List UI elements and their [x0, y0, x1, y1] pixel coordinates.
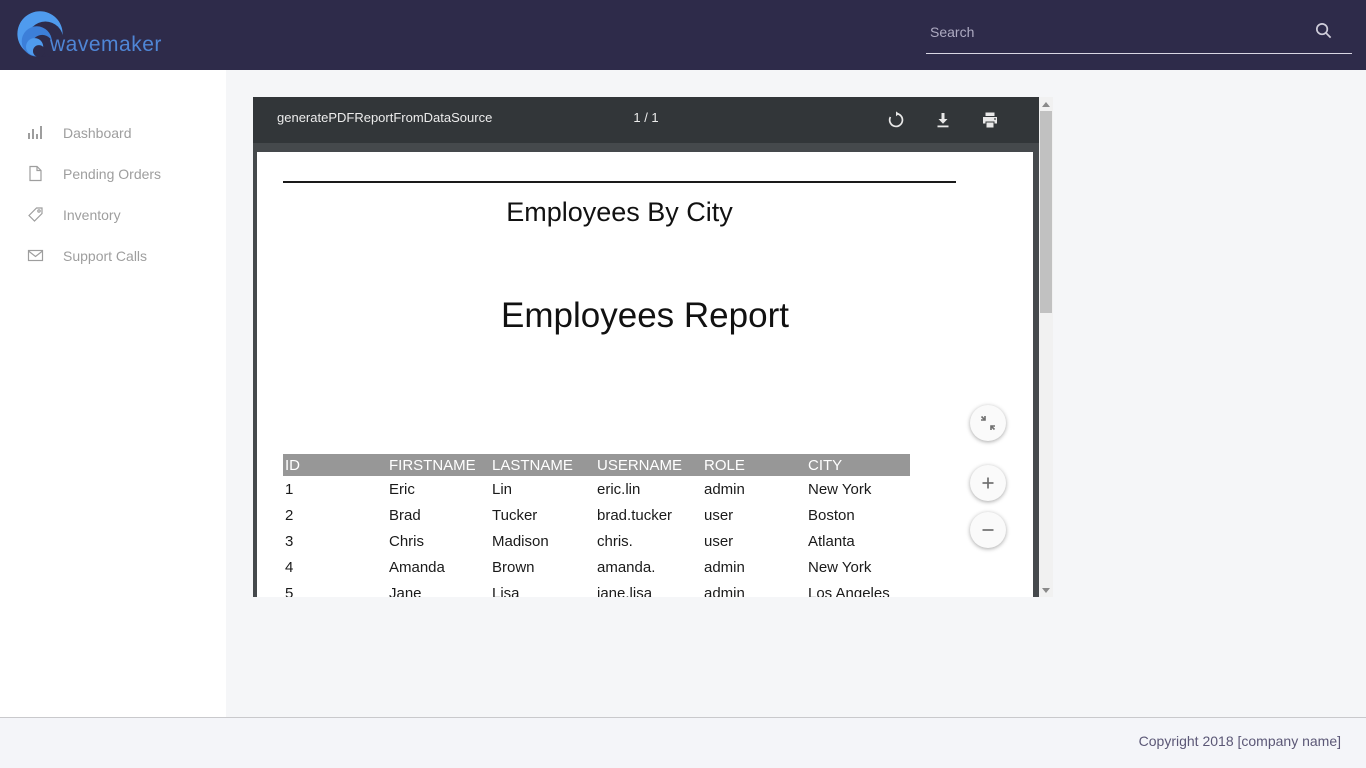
- table-cell: chris.: [595, 528, 702, 554]
- sidebar-item-label: Pending Orders: [63, 166, 161, 182]
- column-header: ROLE: [702, 454, 806, 476]
- table-row: 2BradTuckerbrad.tuckeruserBoston: [283, 502, 910, 528]
- table-row: 5JaneLisajane.lisaadminLos Angeles: [283, 580, 910, 597]
- main-content: generatePDFReportFromDataSource 1 / 1: [226, 70, 1366, 717]
- zoom-in-button[interactable]: [970, 465, 1006, 501]
- table-cell: Atlanta: [806, 528, 910, 554]
- pdf-page: Employees By City Employees Report IDFIR…: [257, 152, 1033, 597]
- table-cell: New York: [806, 554, 910, 580]
- table-cell: New York: [806, 476, 910, 502]
- table-cell: 5: [283, 580, 387, 597]
- table-cell: user: [702, 502, 806, 528]
- search-input[interactable]: [930, 18, 1300, 46]
- report-header-rule: Employees By City: [283, 181, 956, 228]
- scroll-down-arrow[interactable]: [1039, 583, 1053, 597]
- table-cell: brad.tucker: [595, 502, 702, 528]
- zoom-out-button[interactable]: [970, 512, 1006, 548]
- minus-icon: [979, 521, 997, 539]
- table-cell: 2: [283, 502, 387, 528]
- sidebar-item-support-calls[interactable]: Support Calls: [0, 235, 226, 276]
- print-icon[interactable]: [981, 111, 999, 129]
- table-row: 1EricLineric.linadminNew York: [283, 476, 910, 502]
- footer: Copyright 2018 [company name]: [0, 717, 1366, 768]
- sidebar-item-dashboard[interactable]: Dashboard: [0, 112, 226, 153]
- table-cell: eric.lin: [595, 476, 702, 502]
- logo-wordmark: wavemaker: [50, 33, 162, 57]
- sidebar-item-label: Support Calls: [63, 248, 147, 264]
- sidebar-item-label: Inventory: [63, 207, 121, 223]
- sidebar-item-inventory[interactable]: Inventory: [0, 194, 226, 235]
- table-cell: Los Angeles: [806, 580, 910, 597]
- pdf-canvas: Employees By City Employees Report IDFIR…: [253, 143, 1039, 597]
- table-cell: Eric: [387, 476, 490, 502]
- table-cell: 4: [283, 554, 387, 580]
- plus-icon: [979, 474, 997, 492]
- fit-page-button[interactable]: [970, 405, 1006, 441]
- table-cell: Tucker: [490, 502, 595, 528]
- table-cell: Brad: [387, 502, 490, 528]
- envelope-icon: [27, 247, 44, 264]
- pdf-scrollbar: [1039, 97, 1053, 597]
- column-header: USERNAME: [595, 454, 702, 476]
- table-cell: admin: [702, 580, 806, 597]
- report-table: IDFIRSTNAMELASTNAMEUSERNAMEROLECITY 1Eri…: [283, 454, 910, 597]
- table-cell: Lin: [490, 476, 595, 502]
- table-cell: admin: [702, 476, 806, 502]
- left-sidebar: Dashboard Pending Orders Inventory Suppo…: [0, 70, 226, 717]
- report-table-head-row: IDFIRSTNAMELASTNAMEUSERNAMEROLECITY: [283, 454, 910, 476]
- table-cell: amanda.: [595, 554, 702, 580]
- table-cell: Madison: [490, 528, 595, 554]
- pdf-title: generatePDFReportFromDataSource: [277, 110, 492, 125]
- document-icon: [27, 165, 44, 182]
- tag-icon: [27, 206, 44, 223]
- search-icon[interactable]: [1314, 21, 1333, 40]
- column-header: ID: [283, 454, 387, 476]
- fit-page-icon: [979, 414, 997, 432]
- column-header: LASTNAME: [490, 454, 595, 476]
- column-header: FIRSTNAME: [387, 454, 490, 476]
- table-cell: Brown: [490, 554, 595, 580]
- copyright-text: Copyright 2018 [company name]: [1139, 733, 1341, 749]
- app-window: wavemaker Dashboard Pending Orders: [0, 0, 1366, 768]
- sidebar-item-label: Dashboard: [63, 125, 132, 141]
- table-cell: Amanda: [387, 554, 490, 580]
- scroll-up-arrow[interactable]: [1039, 97, 1053, 111]
- column-header: CITY: [806, 454, 910, 476]
- table-row: 4AmandaBrownamanda.adminNew York: [283, 554, 910, 580]
- table-cell: admin: [702, 554, 806, 580]
- table-cell: Jane: [387, 580, 490, 597]
- top-navbar: wavemaker: [0, 0, 1366, 70]
- pdf-toolbar-actions: [887, 97, 999, 143]
- search-field: [926, 10, 1352, 54]
- bar-chart-icon: [27, 124, 44, 141]
- sidebar-item-pending-orders[interactable]: Pending Orders: [0, 153, 226, 194]
- table-cell: Lisa: [490, 580, 595, 597]
- pdf-toolbar: generatePDFReportFromDataSource 1 / 1: [253, 97, 1039, 143]
- pdf-viewer: generatePDFReportFromDataSource 1 / 1: [253, 97, 1053, 597]
- download-icon[interactable]: [934, 111, 952, 129]
- rotate-icon[interactable]: [887, 111, 905, 129]
- report-subtitle: Employees By City: [283, 197, 956, 228]
- table-cell: Boston: [806, 502, 910, 528]
- table-row: 3ChrisMadisonchris.userAtlanta: [283, 528, 910, 554]
- table-cell: 3: [283, 528, 387, 554]
- table-cell: user: [702, 528, 806, 554]
- report-table-body: 1EricLineric.linadminNew York2BradTucker…: [283, 476, 910, 597]
- table-cell: jane.lisa: [595, 580, 702, 597]
- report-title: Employees Report: [257, 296, 1033, 336]
- table-cell: Chris: [387, 528, 490, 554]
- scrollbar-thumb[interactable]: [1040, 111, 1052, 313]
- page-indicator: 1 / 1: [633, 110, 658, 125]
- pdf-viewer-body: generatePDFReportFromDataSource 1 / 1: [253, 97, 1039, 597]
- table-cell: 1: [283, 476, 387, 502]
